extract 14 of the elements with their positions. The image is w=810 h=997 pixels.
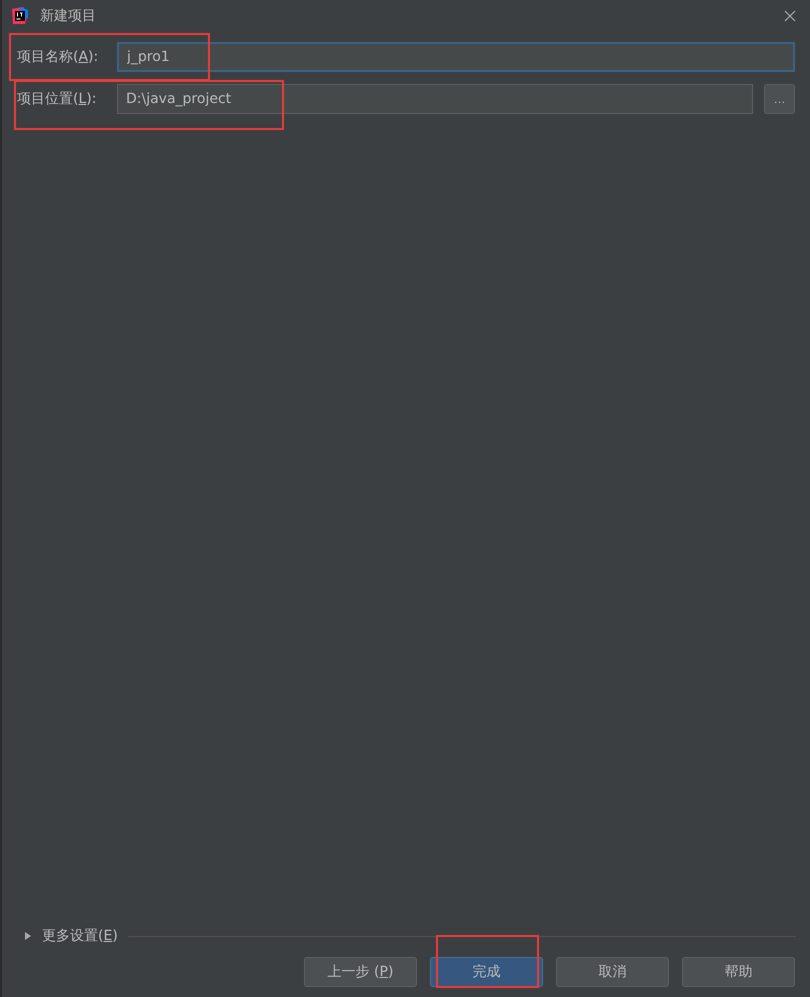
input-field[interactable]: D:\java_project	[117, 84, 753, 114]
caret-right-icon[interactable]	[24, 932, 32, 940]
section-toggle-label[interactable]: 更多设置(E)	[42, 927, 118, 945]
browse-button[interactable]: …	[764, 84, 795, 114]
dialog-button[interactable]: 完成	[430, 957, 543, 987]
dialog-button[interactable]: 取消	[556, 957, 669, 987]
dialog-button[interactable]: 帮助	[682, 957, 795, 987]
field-label: 项目位置(L):	[17, 90, 98, 108]
close-icon[interactable]	[784, 10, 796, 22]
dialog-button[interactable]: 上一步 (P)	[304, 957, 417, 987]
window-title: 新建项目	[40, 7, 96, 25]
field-label: 项目名称(A):	[17, 48, 100, 66]
input-field[interactable]: j_pro1	[117, 42, 795, 72]
app-logo-icon	[11, 7, 29, 25]
